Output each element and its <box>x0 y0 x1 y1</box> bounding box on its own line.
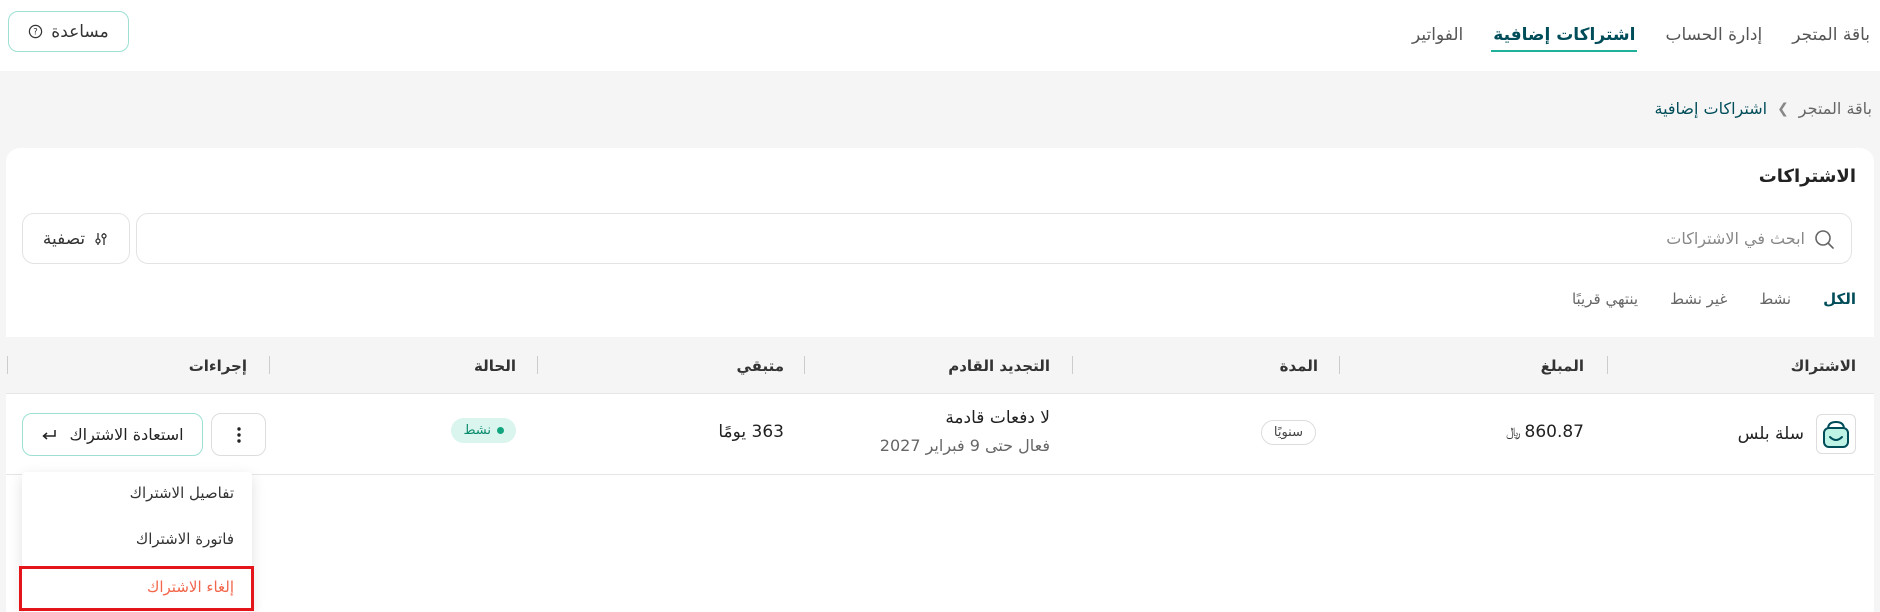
header-next-renewal: التجديد القادم <box>948 356 1050 375</box>
filter-button-label: تصفية <box>42 228 86 249</box>
status-tab-all[interactable]: الكل <box>1823 290 1856 308</box>
status-tabs: الكل نشط غير نشط ينتهي قريبًا <box>1572 290 1856 308</box>
header-divider <box>1072 356 1073 374</box>
search-box <box>136 213 1852 264</box>
status-badge: نشط <box>451 418 516 443</box>
subscription-cell: سلة بلس <box>1738 414 1856 454</box>
sliders-icon <box>95 232 107 245</box>
menu-item-subscription-invoice[interactable]: فاتورة الاشتراك <box>136 530 234 548</box>
menu-item-cancel-subscription[interactable]: إلغاء الاشتراك <box>147 578 234 596</box>
actions-cell: استعادة الاشتراك <box>22 413 266 456</box>
renewal-cell: لا دفعات قادمة فعال حتى 9 فبراير 2027 <box>880 408 1050 455</box>
breadcrumb: باقة المتجر ❯ اشتراكات إضافية <box>1655 99 1873 118</box>
top-nav: باقة المتجر إدارة الحساب اشتراكات إضافية… <box>1410 18 1872 52</box>
more-actions-button[interactable] <box>211 413 266 456</box>
header-subscription: الاشتراك <box>1790 356 1856 375</box>
status-tab-active[interactable]: نشط <box>1759 290 1791 308</box>
amount-cell: 860.87 ﷼ <box>1506 422 1584 442</box>
restore-button-label: استعادة الاشتراك <box>69 425 184 444</box>
salla-bag-icon <box>1823 420 1849 448</box>
breadcrumb-parent[interactable]: باقة المتجر <box>1799 99 1872 118</box>
header-actions: إجراءات <box>188 356 247 375</box>
svg-text:?: ? <box>34 27 38 37</box>
status-tab-inactive[interactable]: غير نشط <box>1670 290 1727 308</box>
tab-store-plan[interactable]: باقة المتجر <box>1790 21 1872 49</box>
search-input[interactable] <box>205 229 1805 248</box>
status-tab-expiring[interactable]: ينتهي قريبًا <box>1572 290 1638 308</box>
restore-subscription-button[interactable]: استعادة الاشتراك <box>22 413 203 456</box>
status-dot-icon <box>497 427 504 434</box>
header-amount: المبلغ <box>1540 356 1584 375</box>
help-circle-icon: ? <box>29 24 43 39</box>
search-icon <box>1815 229 1834 249</box>
header-period: المدة <box>1279 356 1318 375</box>
menu-item-subscription-details[interactable]: تفاصيل الاشتراك <box>130 484 234 502</box>
status-text: نشط <box>463 423 491 438</box>
header-divider <box>7 356 8 374</box>
subscriptions-card: الاشتراكات تصفية الكل نشط غير نشط ينتهي … <box>6 148 1874 612</box>
table-row: سلة بلس 860.87 ﷼ سنويًا لا دفعات قادمة ف… <box>6 394 1874 475</box>
page-title: الاشتراكات <box>1758 166 1856 187</box>
subscription-name: سلة بلس <box>1737 424 1804 444</box>
header-remaining: متبقي <box>736 356 784 375</box>
tab-account-management[interactable]: إدارة الحساب <box>1663 21 1764 49</box>
header-divider <box>537 356 538 374</box>
period-cell: سنويًا <box>1260 420 1316 445</box>
help-button-label: مساعدة <box>51 21 109 42</box>
header-divider <box>804 356 805 374</box>
header-divider <box>269 356 270 374</box>
header-divider <box>1339 356 1340 374</box>
remaining-value: 363 يومًا <box>718 422 784 442</box>
renewal-sub-text: فعال حتى 9 فبراير 2027 <box>879 436 1050 455</box>
return-arrow-icon <box>42 429 57 440</box>
remaining-cell: 363 يومًا <box>718 422 784 442</box>
status-cell: نشط <box>451 418 516 443</box>
renewal-main-text: لا دفعات قادمة <box>945 408 1050 428</box>
chevron-left-icon: ❯ <box>1777 100 1789 117</box>
header-divider <box>1607 356 1608 374</box>
breadcrumb-current: اشتراكات إضافية <box>1654 99 1768 118</box>
tab-invoices[interactable]: الفواتير <box>1410 21 1465 49</box>
amount-value: 860.87 <box>1524 422 1584 442</box>
help-button[interactable]: مساعدة ? <box>8 11 129 52</box>
filter-button[interactable]: تصفية <box>22 213 130 264</box>
period-badge: سنويًا <box>1260 420 1316 445</box>
tab-extra-subscriptions[interactable]: اشتراكات إضافية <box>1491 21 1638 52</box>
kebab-menu-icon <box>236 426 241 443</box>
top-bar: باقة المتجر إدارة الحساب اشتراكات إضافية… <box>0 0 1880 71</box>
table-header: الاشتراك المبلغ المدة التجديد القادم متب… <box>6 337 1874 394</box>
header-status: الحالة <box>474 356 516 375</box>
subscription-logo <box>1816 414 1856 454</box>
actions-dropdown-menu: تفاصيل الاشتراك فاتورة الاشتراك إلغاء ال… <box>22 472 252 612</box>
riyal-symbol: ﷼ <box>1506 424 1521 440</box>
